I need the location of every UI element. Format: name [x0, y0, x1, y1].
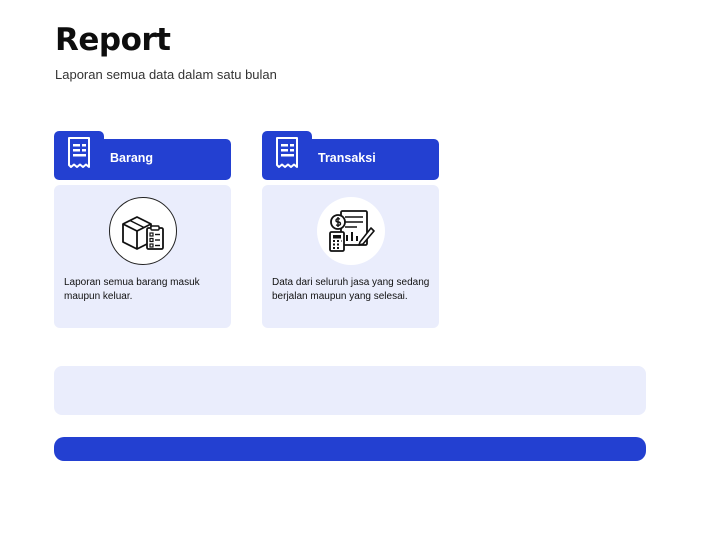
report-card-barang[interactable]: Barang Laporan semua barang masuk maupun	[54, 131, 231, 328]
card-header-barang[interactable]: Barang	[54, 131, 231, 180]
payment-invoice-icon	[328, 210, 375, 252]
box-checklist-icon	[121, 216, 164, 250]
illustration-circle	[316, 197, 385, 265]
page-subtitle: Laporan semua data dalam satu bulan	[55, 67, 277, 82]
card-description-transaksi: Data dari seluruh jasa yang sedang berja…	[272, 277, 430, 302]
card-body-barang[interactable]: Laporan semua barang masuk maupun keluar…	[54, 185, 231, 328]
receipt-icon	[68, 137, 90, 168]
card-description-barang: Laporan semua barang masuk maupun keluar…	[64, 277, 200, 302]
card-title-barang: Barang	[110, 151, 154, 165]
info-panel	[54, 366, 646, 415]
action-bar[interactable]	[54, 437, 646, 461]
card-header-transaksi[interactable]: Transaksi	[262, 131, 439, 180]
receipt-icon	[276, 137, 298, 168]
illustration-circle	[108, 197, 177, 265]
report-card-transaksi[interactable]: Transaksi Data dari seluruh jasa yang se	[262, 131, 439, 328]
card-title-transaksi: Transaksi	[318, 151, 376, 165]
page-title: Report	[55, 22, 171, 58]
card-body-transaksi[interactable]: Data dari seluruh jasa yang sedang berja…	[262, 185, 439, 328]
